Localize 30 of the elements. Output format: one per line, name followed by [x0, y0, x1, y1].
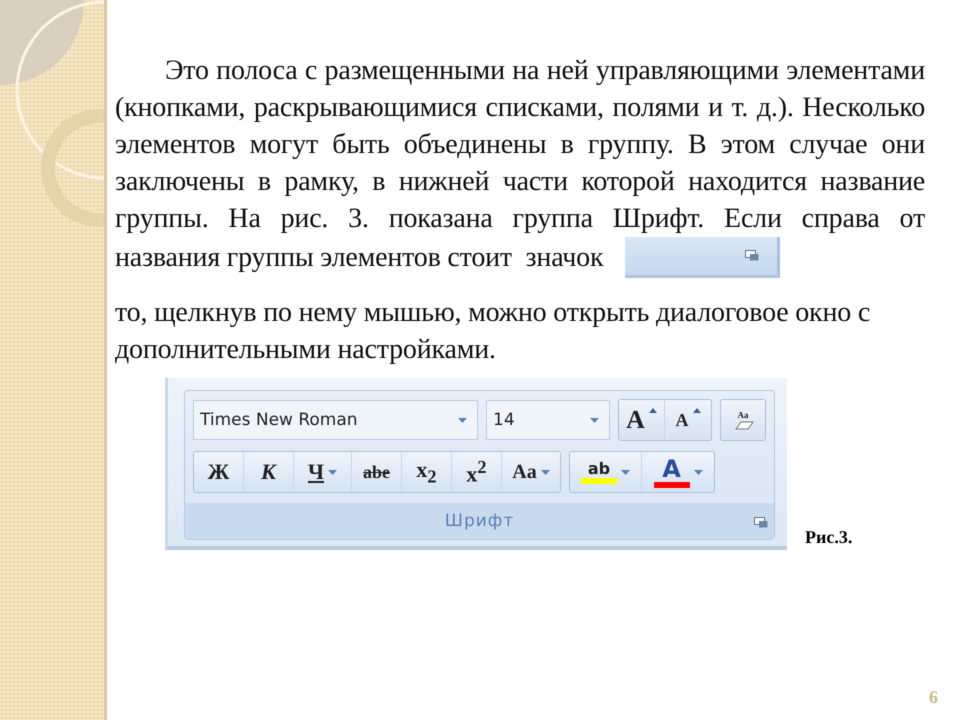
body-paragraph: то, щелкнув по нему мышью, можно открыть диалоговое окно с дополнительными настройками. [115, 296, 872, 367]
caret-icon [458, 418, 467, 422]
bold-button[interactable]: Ж [194, 452, 244, 492]
caret-icon [694, 470, 702, 474]
dialog-launcher-icon[interactable] [745, 250, 760, 261]
caret-up-icon [648, 408, 657, 413]
caret-icon [328, 470, 338, 474]
italic-button[interactable]: К [244, 452, 294, 492]
page-number: 6 [929, 687, 938, 708]
eraser-icon [732, 420, 754, 430]
highlight-color-button[interactable]: ab [570, 452, 642, 492]
font-color-button[interactable]: A [642, 452, 714, 492]
dialog-launcher-icon[interactable] [754, 517, 768, 528]
caret-icon [621, 470, 630, 474]
strike-button[interactable]: abe [352, 452, 402, 492]
caret-icon [590, 418, 599, 422]
super-button[interactable]: x$^{2}$ [452, 452, 502, 492]
case-button[interactable]: Aa [502, 452, 560, 492]
caret-up-icon [692, 408, 700, 413]
font-size-dropdown[interactable]: 14 [486, 400, 610, 440]
shrink-font-button[interactable]: A [665, 400, 711, 440]
grow-font-button[interactable]: A [619, 400, 665, 440]
sub-button[interactable]: x$_{2}$ [402, 452, 452, 492]
font-name-dropdown[interactable]: Times New Roman [193, 400, 478, 440]
underline-button[interactable]: Ч [294, 452, 352, 492]
group-label: Шрифт [444, 511, 514, 531]
clear-formatting-button[interactable]: Aa [721, 400, 765, 440]
caret-icon [540, 470, 550, 474]
body-text-line: названия группы элементов стоит значок [115, 241, 604, 275]
figure-caption: Рис.3. [805, 527, 852, 548]
